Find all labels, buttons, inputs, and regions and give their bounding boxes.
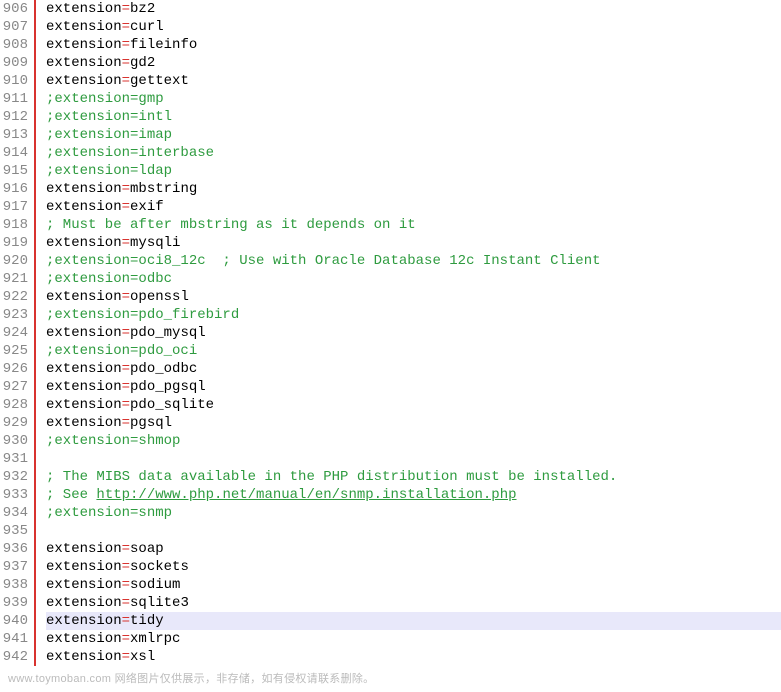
line-number: 912 [2, 108, 28, 126]
code-line [46, 450, 781, 468]
code-line: extension=exif [46, 198, 781, 216]
line-number: 936 [2, 540, 28, 558]
line-number: 908 [2, 36, 28, 54]
code-line: extension=mysqli [46, 234, 781, 252]
code-line: ;extension=oci8_12c ; Use with Oracle Da… [46, 252, 781, 270]
line-number: 915 [2, 162, 28, 180]
code-line: ;extension=gmp [46, 90, 781, 108]
line-number: 907 [2, 18, 28, 36]
line-number: 925 [2, 342, 28, 360]
code-line: ; See http://www.php.net/manual/en/snmp.… [46, 486, 781, 504]
line-number: 941 [2, 630, 28, 648]
code-content[interactable]: extension=bz2extension=curlextension=fil… [36, 0, 781, 666]
line-number: 911 [2, 90, 28, 108]
code-line [46, 522, 781, 540]
line-number: 930 [2, 432, 28, 450]
line-number: 909 [2, 54, 28, 72]
line-number: 918 [2, 216, 28, 234]
line-number: 924 [2, 324, 28, 342]
line-number: 937 [2, 558, 28, 576]
code-line: ;extension=imap [46, 126, 781, 144]
line-number: 931 [2, 450, 28, 468]
code-line: extension=gd2 [46, 54, 781, 72]
code-line: ; The MIBS data available in the PHP dis… [46, 468, 781, 486]
line-number: 921 [2, 270, 28, 288]
doc-link[interactable]: http://www.php.net/manual/en/snmp.instal… [96, 487, 516, 503]
code-line: ;extension=snmp [46, 504, 781, 522]
code-line: ;extension=ldap [46, 162, 781, 180]
code-line: extension=curl [46, 18, 781, 36]
line-number: 927 [2, 378, 28, 396]
watermark-text: www.toymoban.com 网络图片仅供展示，非存储，如有侵权请联系删除。 [0, 666, 781, 692]
code-line: extension=sockets [46, 558, 781, 576]
code-line: ;extension=intl [46, 108, 781, 126]
code-line: extension=gettext [46, 72, 781, 90]
line-number: 917 [2, 198, 28, 216]
line-number: 906 [2, 0, 28, 18]
line-number: 942 [2, 648, 28, 666]
code-line: extension=xmlrpc [46, 630, 781, 648]
code-line: extension=fileinfo [46, 36, 781, 54]
code-line: extension=sqlite3 [46, 594, 781, 612]
code-line: extension=xsl [46, 648, 781, 666]
line-number: 914 [2, 144, 28, 162]
code-line: extension=mbstring [46, 180, 781, 198]
code-line: ;extension=shmop [46, 432, 781, 450]
code-line: ;extension=interbase [46, 144, 781, 162]
code-line: extension=bz2 [46, 0, 781, 18]
code-line: extension=pgsql [46, 414, 781, 432]
code-line: extension=sodium [46, 576, 781, 594]
code-line: extension=pdo_sqlite [46, 396, 781, 414]
line-number: 916 [2, 180, 28, 198]
line-number: 933 [2, 486, 28, 504]
line-number: 938 [2, 576, 28, 594]
code-line: extension=pdo_odbc [46, 360, 781, 378]
line-number: 926 [2, 360, 28, 378]
line-number: 940 [2, 612, 28, 630]
line-number: 939 [2, 594, 28, 612]
line-number: 932 [2, 468, 28, 486]
line-number: 929 [2, 414, 28, 432]
code-line: extension=tidy [46, 612, 781, 630]
line-number: 928 [2, 396, 28, 414]
code-line: ;extension=pdo_oci [46, 342, 781, 360]
code-line: extension=pdo_mysql [46, 324, 781, 342]
line-number: 923 [2, 306, 28, 324]
code-line: ; Must be after mbstring as it depends o… [46, 216, 781, 234]
code-line: ;extension=odbc [46, 270, 781, 288]
code-line: extension=soap [46, 540, 781, 558]
line-number: 913 [2, 126, 28, 144]
line-number: 920 [2, 252, 28, 270]
line-number: 910 [2, 72, 28, 90]
line-number-gutter: 9069079089099109119129139149159169179189… [0, 0, 36, 666]
code-line: extension=openssl [46, 288, 781, 306]
code-line: ;extension=pdo_firebird [46, 306, 781, 324]
line-number: 922 [2, 288, 28, 306]
line-number: 935 [2, 522, 28, 540]
code-line: extension=pdo_pgsql [46, 378, 781, 396]
line-number: 919 [2, 234, 28, 252]
code-editor: 9069079089099109119129139149159169179189… [0, 0, 781, 666]
line-number: 934 [2, 504, 28, 522]
